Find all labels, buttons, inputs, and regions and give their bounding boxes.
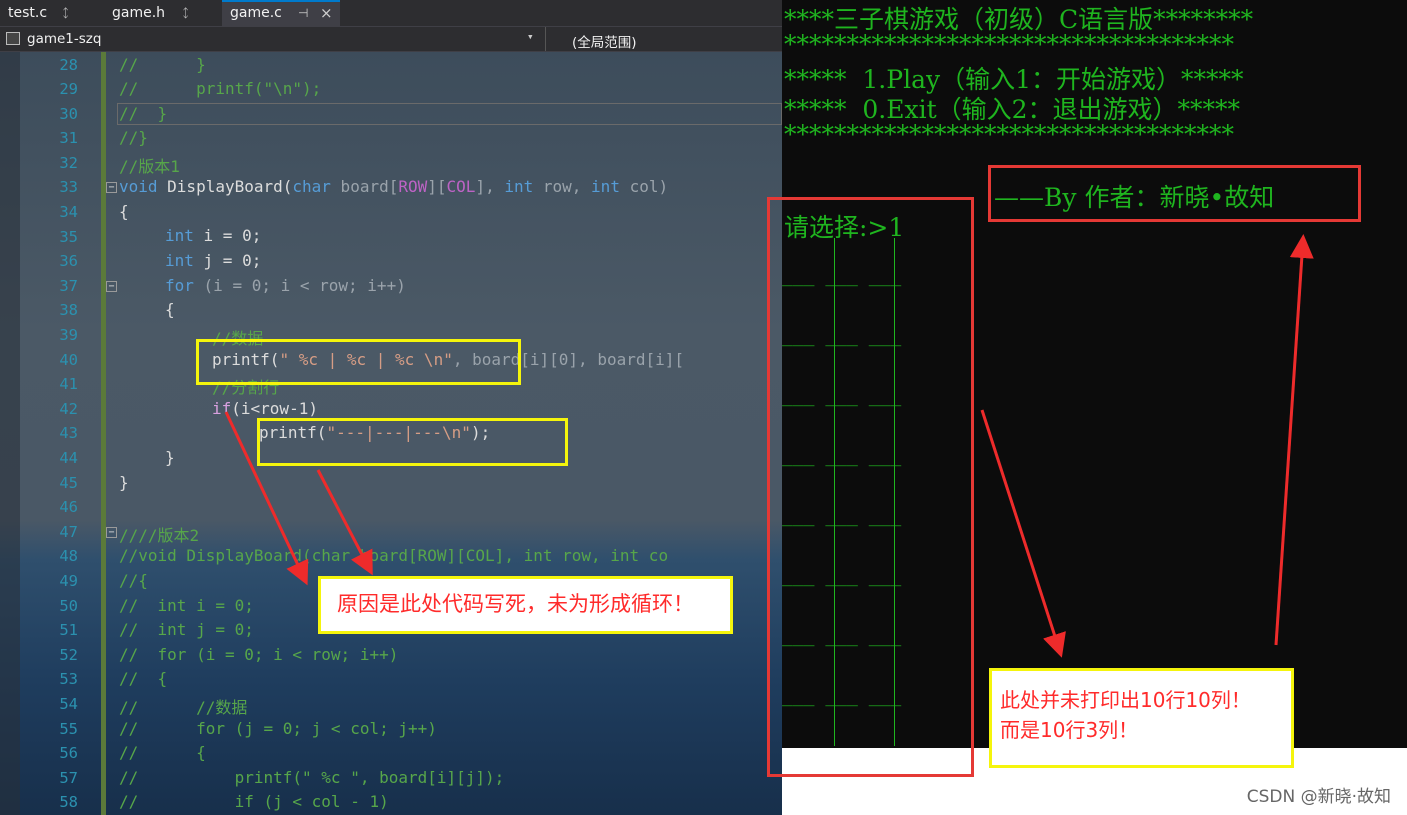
watermark: CSDN @新晓·故知 — [1246, 787, 1391, 807]
arrow — [224, 411, 309, 586]
annotation-note-cause: 原因是此处代码写死，未为形成循环！ — [318, 576, 733, 634]
note-line: 此处并未打印出10行10列！ — [1000, 688, 1251, 712]
arrow — [1274, 234, 1314, 646]
arrow — [316, 469, 373, 576]
annotation-note-result: 此处并未打印出10行10列！ 而是10行3列！ — [989, 668, 1294, 768]
arrow — [980, 409, 1066, 658]
note-line: 而是10行3列！ — [1000, 718, 1139, 742]
